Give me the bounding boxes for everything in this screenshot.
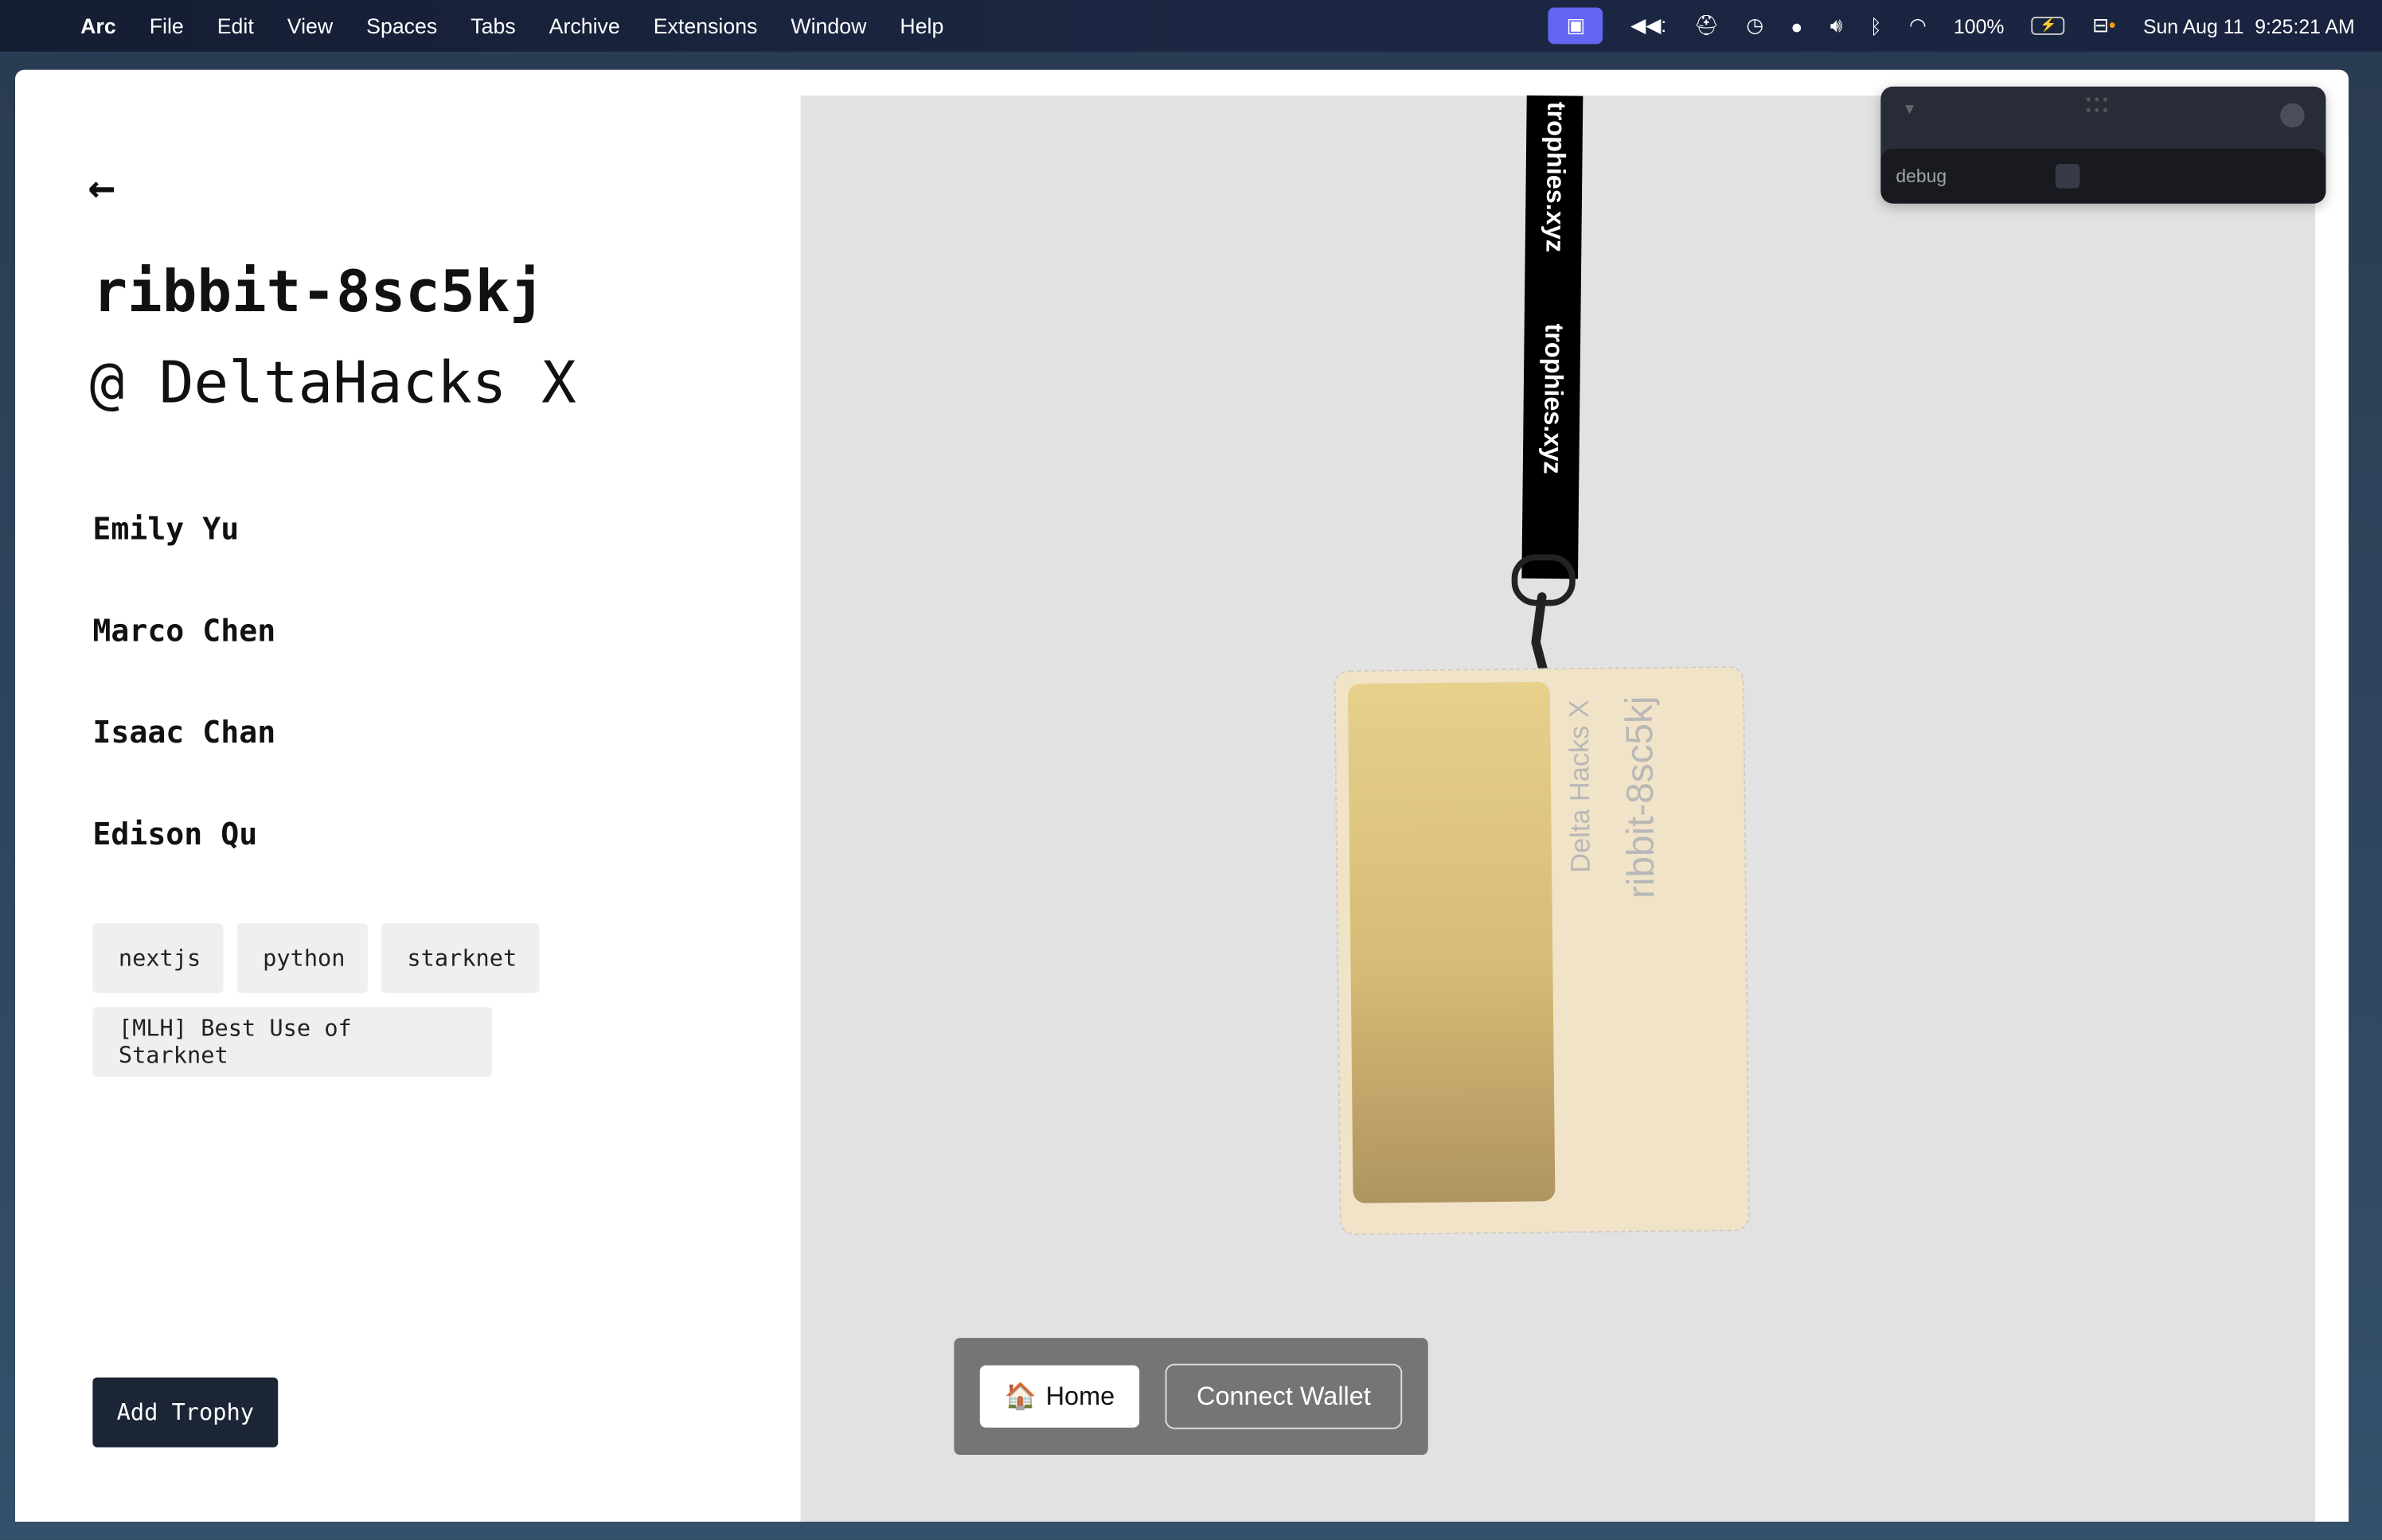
connect-wallet-button[interactable]: Connect Wallet <box>1165 1363 1403 1429</box>
project-title: ribbit-8sc5kj <box>92 258 545 326</box>
search-icon[interactable] <box>2280 103 2305 128</box>
helmet-icon[interactable]: ⛑ <box>1694 14 1720 38</box>
datetime[interactable]: Sun Aug 11 9:25:21 AM <box>2143 14 2355 37</box>
debug-panel: ▼ ••• ••• debug <box>1880 86 2326 204</box>
house-icon: 🏠 <box>1004 1381 1037 1410</box>
collapse-triangle-icon[interactable]: ▼ <box>1902 102 1917 119</box>
debug-label: debug <box>1896 165 1947 187</box>
menu-help[interactable]: Help <box>883 14 960 38</box>
tag-starknet: starknet <box>381 923 540 993</box>
lanyard-text: trophies.xyz <box>1537 323 1569 474</box>
member-name: Isaac Chan <box>92 713 276 751</box>
menu-app-arc[interactable]: Arc <box>64 14 133 38</box>
trophy-card[interactable]: Delta Hacks X ribbit-8sc5kj <box>1334 665 1751 1236</box>
gold-plate <box>1347 681 1556 1203</box>
rewind-icon[interactable]: ◀◀: <box>1630 14 1666 38</box>
control-center-icon[interactable]: ⊟• <box>2092 14 2116 38</box>
add-trophy-button[interactable]: Add Trophy <box>92 1377 279 1448</box>
time-machine-icon[interactable]: ◷ <box>1746 14 1763 38</box>
menu-window[interactable]: Window <box>774 14 883 38</box>
screen-share-icon[interactable]: ▣ <box>1548 7 1603 45</box>
home-button[interactable]: 🏠 Home <box>979 1365 1140 1428</box>
menu-tabs[interactable]: Tabs <box>454 14 532 38</box>
menu-view[interactable]: View <box>271 14 349 38</box>
home-label: Home <box>1045 1381 1115 1410</box>
wifi-icon[interactable]: ◠ <box>1909 14 1927 38</box>
card-event: Delta Hacks X <box>1564 699 1596 873</box>
tag-nextjs: nextjs <box>92 923 224 993</box>
menu-file[interactable]: File <box>133 14 201 38</box>
lanyard-text: trophies.xyz <box>1540 101 1571 253</box>
menu-edit[interactable]: Edit <box>201 14 271 38</box>
member-name: Edison Qu <box>92 815 258 852</box>
debug-row: debug <box>1880 149 2326 204</box>
battery-percent: 100% <box>1953 14 2005 37</box>
volume-icon[interactable]: 🔊︎ <box>1830 14 1843 38</box>
battery-icon[interactable]: ⚡ <box>2031 16 2065 35</box>
event-name: @ DeltaHacks X <box>89 349 576 416</box>
project-panel: ← ribbit-8sc5kj @ DeltaHacks X Emily Yu … <box>15 69 801 1522</box>
lanyard[interactable]: trophies.xyz trophies.xyz <box>1521 95 1583 579</box>
prize-tag: [MLH] Best Use of Starknet <box>92 1007 493 1077</box>
browser-window: ← ribbit-8sc5kj @ DeltaHacks X Emily Yu … <box>15 69 2349 1522</box>
menu-archive[interactable]: Archive <box>533 14 637 38</box>
menu-extensions[interactable]: Extensions <box>637 14 775 38</box>
menu-spaces[interactable]: Spaces <box>349 14 454 38</box>
card-title: ribbit-8sc5kj <box>1618 696 1663 899</box>
member-name: Emily Yu <box>92 510 240 547</box>
debug-checkbox[interactable] <box>2055 164 2080 189</box>
drag-handle-icon[interactable]: ••• ••• <box>2086 93 2111 119</box>
tag-python: python <box>236 923 368 993</box>
user-icon[interactable]: ● <box>1790 14 1802 37</box>
menu-bar: Arc File Edit View Spaces Tabs Archive E… <box>0 0 2382 52</box>
bluetooth-icon[interactable]: ᛒ <box>1870 14 1882 37</box>
bottom-nav: 🏠 Home Connect Wallet <box>954 1338 1428 1456</box>
back-arrow-icon[interactable]: ← <box>88 161 115 214</box>
member-name: Marco Chen <box>92 612 276 649</box>
trophy-3d-canvas[interactable]: trophies.xyz trophies.xyz Delta Hacks X … <box>800 95 2316 1522</box>
